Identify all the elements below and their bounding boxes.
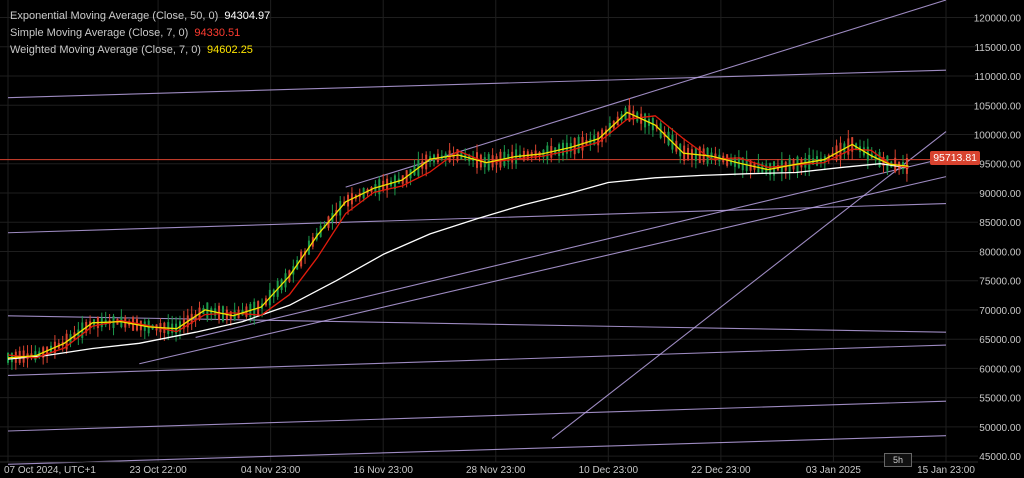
y-tick-label: 105000.00 xyxy=(974,101,1022,112)
y-tick-label: 45000.00 xyxy=(979,452,1021,463)
legend-ema-value: 94304.97 xyxy=(224,10,271,22)
y-tick-label: 50000.00 xyxy=(979,423,1021,434)
y-tick-label: 110000.00 xyxy=(974,72,1021,83)
legend-ema-label: Exponential Moving Average (Close, 50, 0… xyxy=(10,10,219,22)
x-tick-label: 07 Oct 2024, UTC+1 xyxy=(4,465,96,476)
legend-wma-label: Weighted Moving Average (Close, 7, 0) xyxy=(10,44,201,56)
legend-ema[interactable]: Exponential Moving Average (Close, 50, 0… xyxy=(10,8,270,25)
x-tick-label: 28 Nov 23:00 xyxy=(466,465,526,476)
y-tick-label: 75000.00 xyxy=(979,277,1021,288)
x-axis: 07 Oct 2024, UTC+1 23 Oct 22:00 04 Nov 23:… xyxy=(0,461,978,476)
y-tick-label: 95000.00 xyxy=(979,160,1021,171)
indicator-legend: Exponential Moving Average (Close, 50, 0… xyxy=(10,8,270,59)
chart-grid xyxy=(0,0,1024,478)
y-tick-label: 90000.00 xyxy=(979,189,1021,200)
x-tick-label: 22 Dec 23:00 xyxy=(691,465,751,476)
x-tick-label: 03 Jan 2025 xyxy=(806,465,861,476)
price-chart[interactable]: 120000.00 115000.00 110000.00 105000.00 1000… xyxy=(0,0,1024,478)
y-tick-label: 60000.00 xyxy=(979,364,1021,375)
y-tick-label: 85000.00 xyxy=(979,218,1021,229)
x-tick-label: 15 Jan 23:00 xyxy=(917,465,975,476)
legend-sma-label: Simple Moving Average (Close, 7, 0) xyxy=(10,27,189,39)
legend-wma-value: 94602.25 xyxy=(207,44,253,56)
y-tick-label: 70000.00 xyxy=(979,306,1021,317)
x-tick-label: 16 Nov 23:00 xyxy=(353,465,413,476)
current-price-label: 95713.81 xyxy=(930,151,980,165)
legend-sma[interactable]: Simple Moving Average (Close, 7, 0) 9433… xyxy=(10,25,270,42)
y-tick-label: 80000.00 xyxy=(979,247,1021,258)
y-tick-label: 65000.00 xyxy=(979,335,1021,346)
y-tick-label: 100000.00 xyxy=(974,131,1022,142)
chart-background xyxy=(0,0,1024,478)
x-tick-label: 10 Dec 23:00 xyxy=(579,465,639,476)
legend-sma-value: 94330.51 xyxy=(194,27,241,39)
legend-wma[interactable]: Weighted Moving Average (Close, 7, 0) 94… xyxy=(10,42,270,59)
y-tick-label: 55000.00 xyxy=(979,394,1021,405)
x-tick-label: 04 Nov 23:00 xyxy=(241,465,301,476)
timeframe-button[interactable]: 5h xyxy=(884,453,912,467)
x-tick-label: 23 Oct 22:00 xyxy=(129,465,187,476)
y-tick-label: 115000.00 xyxy=(974,43,1021,54)
y-tick-label: 120000.00 xyxy=(974,14,1022,25)
